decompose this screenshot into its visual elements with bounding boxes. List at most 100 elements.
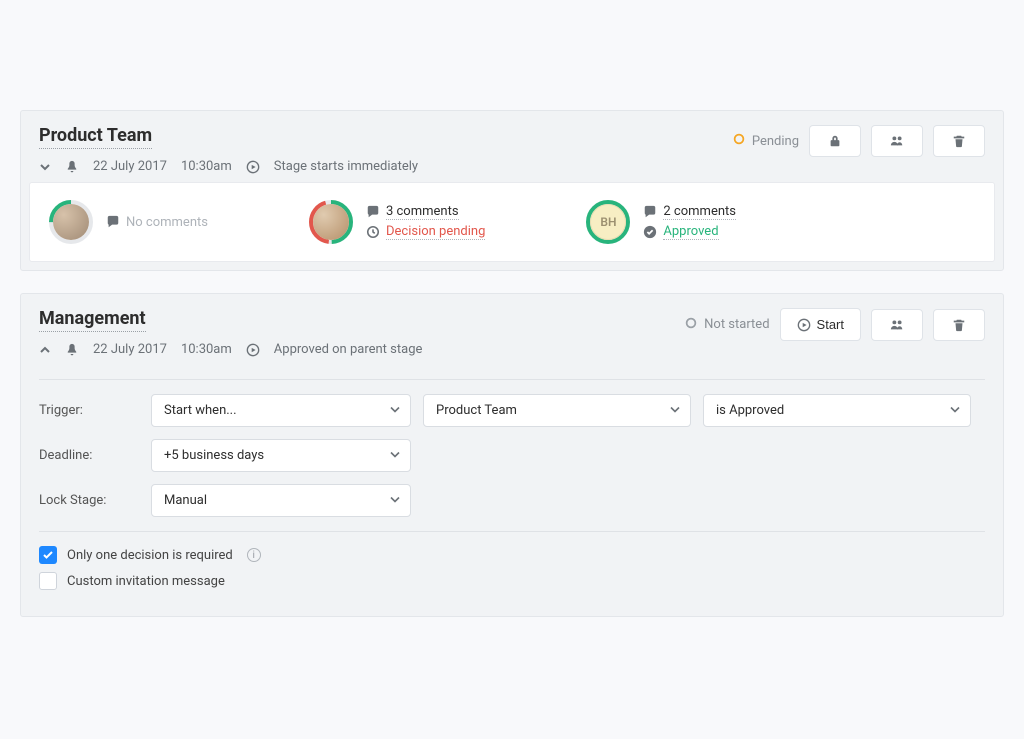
- stage-actions: Pending: [732, 125, 985, 157]
- status-label: Not started: [704, 317, 769, 332]
- trash-icon: [952, 134, 966, 148]
- select-value: +5 business days: [164, 448, 264, 463]
- deadline-select[interactable]: +5 business days: [151, 439, 411, 472]
- bell-icon[interactable]: [65, 160, 79, 174]
- stage-card: Product Team 22 July 2017 10:30am: [20, 110, 1004, 271]
- select-value: Manual: [164, 493, 207, 508]
- decision-text: Decision pending: [386, 224, 485, 240]
- avatar-image: [313, 204, 349, 240]
- caret-down-icon: [950, 403, 960, 418]
- select-value: is Approved: [716, 403, 784, 418]
- stage-start-hint: Stage starts immediately: [274, 159, 418, 174]
- stage-body: Trigger: Start when... Product Team is A…: [21, 379, 1003, 616]
- play-circle-icon: [246, 343, 260, 357]
- decision-text: Approved: [663, 224, 718, 240]
- stage-card: Management 22 July 2017 10:30am: [20, 293, 1004, 617]
- status-label: Pending: [752, 134, 799, 149]
- users-icon: [890, 318, 904, 332]
- check-circle-icon: [643, 225, 657, 239]
- delete-button[interactable]: [933, 125, 985, 157]
- avatar[interactable]: [48, 199, 94, 245]
- trigger-select-when[interactable]: Start when...: [151, 394, 411, 427]
- stage-title-block: Product Team 22 July 2017 10:30am: [39, 125, 418, 174]
- lock-stage-label: Lock Stage:: [39, 493, 139, 508]
- reviewer-info: No comments: [106, 215, 208, 230]
- avatar-image: [53, 204, 89, 240]
- decision-line[interactable]: Approved: [643, 224, 736, 240]
- start-button-label: Start: [817, 317, 844, 332]
- play-circle-icon: [246, 160, 260, 174]
- lock-stage-row: Lock Stage: Manual: [39, 484, 985, 517]
- avatar[interactable]: BH: [585, 199, 631, 245]
- status-badge: Not started: [684, 316, 769, 334]
- status-pending-icon: [732, 132, 746, 150]
- reviewer-info: 2 comments Approved: [643, 204, 736, 240]
- comment-icon: [643, 205, 657, 219]
- comments-text: 3 comments: [386, 204, 459, 220]
- users-button[interactable]: [871, 309, 923, 341]
- checkbox-label: Custom invitation message: [67, 574, 225, 589]
- trigger-select-stage[interactable]: Product Team: [423, 394, 691, 427]
- checkbox-label: Only one decision is required: [67, 548, 233, 563]
- chevron-down-icon[interactable]: [39, 161, 51, 173]
- delete-button[interactable]: [933, 309, 985, 341]
- select-value: Start when...: [164, 403, 237, 418]
- caret-down-icon: [390, 403, 400, 418]
- stage-header: Product Team 22 July 2017 10:30am: [21, 111, 1003, 182]
- stage-meta: 22 July 2017 10:30am Stage starts immedi…: [39, 159, 418, 174]
- stage-time: 10:30am: [181, 159, 232, 174]
- deadline-label: Deadline:: [39, 448, 139, 463]
- comments-line[interactable]: 2 comments: [643, 204, 736, 220]
- caret-down-icon: [670, 403, 680, 418]
- comments-text: 2 comments: [663, 204, 736, 220]
- comment-icon: [366, 205, 380, 219]
- clock-icon: [366, 225, 380, 239]
- reviewer: No comments: [48, 199, 208, 245]
- start-button[interactable]: Start: [780, 308, 861, 341]
- lock-button[interactable]: [809, 125, 861, 157]
- status-notstarted-icon: [684, 316, 698, 334]
- play-circle-icon: [797, 318, 811, 332]
- comment-icon: [106, 215, 120, 229]
- comments-line[interactable]: No comments: [106, 215, 208, 230]
- reviewer: BH 2 comments Approved: [585, 199, 736, 245]
- reviewers-row: No comments: [29, 182, 995, 262]
- stage-start-hint: Approved on parent stage: [274, 342, 423, 357]
- stage-title[interactable]: Management: [39, 308, 146, 332]
- users-button[interactable]: [871, 125, 923, 157]
- chevron-up-icon[interactable]: [39, 344, 51, 356]
- checkbox-checked-icon[interactable]: [39, 546, 57, 564]
- info-icon[interactable]: i: [247, 548, 261, 562]
- decision-line[interactable]: Decision pending: [366, 224, 485, 240]
- stage-date: 22 July 2017: [93, 342, 167, 357]
- trigger-row: Trigger: Start when... Product Team is A…: [39, 394, 985, 427]
- page-root: Product Team 22 July 2017 10:30am: [0, 0, 1024, 617]
- users-icon: [890, 134, 904, 148]
- stage-actions: Not started Start: [684, 308, 985, 341]
- avatar[interactable]: [308, 199, 354, 245]
- trigger-select-condition[interactable]: is Approved: [703, 394, 971, 427]
- bell-icon[interactable]: [65, 343, 79, 357]
- divider: [39, 379, 985, 380]
- divider: [39, 531, 985, 532]
- deadline-row: Deadline: +5 business days: [39, 439, 985, 472]
- reviewer-info: 3 comments Decision pending: [366, 204, 485, 240]
- stage-time: 10:30am: [181, 342, 232, 357]
- checkbox-one-decision[interactable]: Only one decision is required i: [39, 546, 985, 564]
- comments-text: No comments: [126, 215, 208, 230]
- stage-meta: 22 July 2017 10:30am Approved on parent …: [39, 342, 422, 357]
- stage-title[interactable]: Product Team: [39, 125, 152, 149]
- lock-icon: [828, 134, 842, 148]
- caret-down-icon: [390, 448, 400, 463]
- lock-stage-select[interactable]: Manual: [151, 484, 411, 517]
- stage-title-block: Management 22 July 2017 10:30am: [39, 308, 422, 357]
- select-value: Product Team: [436, 403, 517, 418]
- trigger-label: Trigger:: [39, 403, 139, 418]
- stage-date: 22 July 2017: [93, 159, 167, 174]
- caret-down-icon: [390, 493, 400, 508]
- reviewer: 3 comments Decision pending: [308, 199, 485, 245]
- comments-line[interactable]: 3 comments: [366, 204, 485, 220]
- checkbox-unchecked-icon[interactable]: [39, 572, 57, 590]
- checkbox-custom-invitation[interactable]: Custom invitation message: [39, 572, 985, 590]
- stage-header: Management 22 July 2017 10:30am: [21, 294, 1003, 365]
